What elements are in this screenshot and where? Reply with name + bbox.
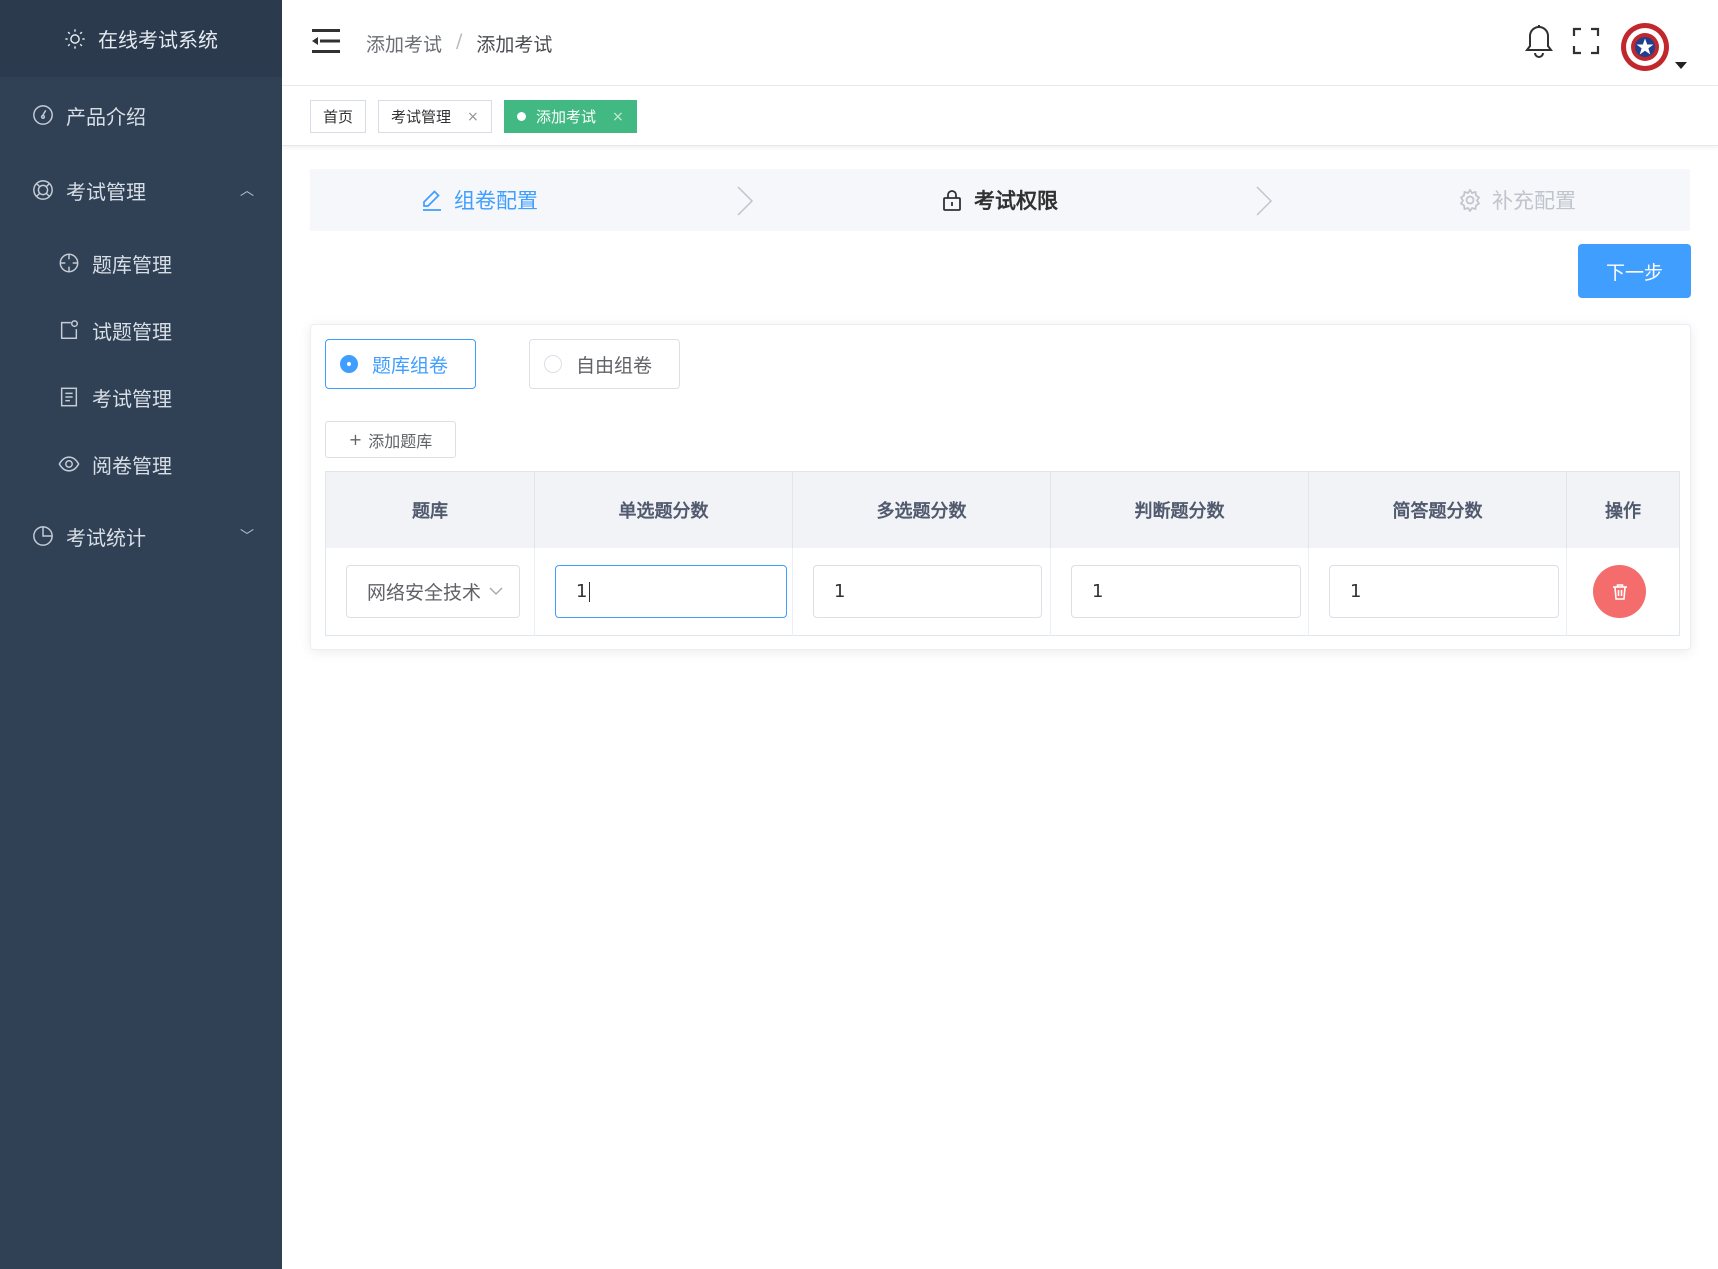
breadcrumb-separator: / [456,30,463,52]
tag-label: 首页 [323,108,354,126]
menu-toggle-icon[interactable] [312,28,340,54]
edit-box-icon [60,320,78,339]
sidebar-subitem-grading[interactable]: 阅卷管理 [0,445,282,483]
sidebar-subitem-question-bank[interactable]: 题库管理 [0,244,282,282]
bell-icon[interactable] [1524,24,1554,58]
sidebar-subitem-label: 试题管理 [92,319,172,344]
tags-view: 首页 考试管理 × 添加考试 × [282,86,1718,146]
radio-checked-icon [340,355,358,373]
pencil-icon [423,190,441,211]
breadcrumb-item[interactable]: 添加考试 [366,30,442,57]
table-row: 网络安全技术 1 1 1 1 [326,548,1679,636]
close-icon[interactable]: × [467,109,479,125]
next-step-button[interactable]: 下一步 [1578,244,1691,298]
steps-bar: 组卷配置 考试权限 补充配置 [310,169,1690,231]
chevron-down-icon [489,587,503,596]
eye-icon [58,456,80,472]
sidebar-item-product-intro[interactable]: 产品介绍 [0,96,282,134]
chevron-right-icon [737,186,754,216]
lifebuoy-icon [33,180,53,200]
multiple-score-input[interactable]: 1 [813,565,1042,618]
document-icon [60,387,78,407]
cell-multiple: 1 [793,548,1051,636]
sidebar-subitem-label: 考试管理 [92,386,172,411]
radio-label: 自由组卷 [576,354,653,377]
column-header-actions: 操作 [1605,501,1641,522]
sidebar-subitem-label: 题库管理 [92,252,172,277]
app-title: 在线考试系统 [98,28,218,52]
tag-add-exam[interactable]: 添加考试 × [504,100,637,133]
sidebar-item-label: 产品介绍 [66,104,146,129]
breadcrumb: 添加考试 / 添加考试 [366,30,552,57]
multiple-score-value: 1 [834,581,846,602]
bank-select-value: 网络安全技术 [367,582,482,604]
sidebar: 在线考试系统 产品介绍 考试管理 ︿ 题库管理 试题管理 考试管理 阅卷管理 考… [0,0,282,1269]
fullscreen-icon[interactable] [1572,27,1600,55]
judge-score-input[interactable]: 1 [1071,565,1301,618]
trash-icon [1612,583,1627,600]
gauge-icon [33,105,53,125]
tag-exam-management[interactable]: 考试管理 × [378,100,492,133]
bank-table: 题库 单选题分数 多选题分数 判断题分数 简答题分数 操作 网络安全技术 1 1… [325,471,1680,636]
avatar[interactable] [1620,22,1670,72]
step-exam-permission[interactable]: 考试权限 [940,169,1058,231]
sidebar-item-exam-management[interactable]: 考试管理 ︿ [0,171,282,209]
radio-label: 题库组卷 [372,354,449,377]
column-header-bank: 题库 [326,472,535,548]
column-header-judge: 判断题分数 [1051,472,1309,548]
column-header-multiple: 多选题分数 [793,472,1051,548]
step-label: 组卷配置 [454,189,538,213]
add-bank-button[interactable]: + 添加题库 [325,421,456,458]
sun-icon [65,28,85,49]
gear-icon [1459,188,1481,212]
delete-button[interactable] [1593,565,1646,618]
short-score-value: 1 [1350,581,1362,602]
target-icon [59,253,79,273]
sidebar-subitem-label: 阅卷管理 [92,453,172,478]
judge-score-value: 1 [1092,581,1104,602]
radio-bank-mode[interactable]: 题库组卷 [325,339,476,389]
plus-icon: + [348,430,363,449]
step-paper-config[interactable]: 组卷配置 [420,169,538,231]
radio-free-mode[interactable]: 自由组卷 [529,339,680,389]
sidebar-item-label: 考试管理 [66,179,146,204]
caret-down-icon[interactable] [1675,62,1687,69]
lock-icon [943,190,961,211]
single-score-input[interactable]: 1 [555,565,787,618]
chevron-down-icon: ﹀ [240,529,254,545]
cell-short: 1 [1309,548,1567,636]
breadcrumb-current: 添加考试 [476,34,553,56]
sidebar-subitem-exam-management[interactable]: 考试管理 [0,378,282,416]
chevron-right-icon [1256,186,1273,216]
single-score-value: 1 [576,581,588,602]
sidebar-item-label: 考试统计 [66,525,146,550]
step-label: 考试权限 [974,189,1058,213]
cell-judge: 1 [1051,548,1309,636]
sidebar-item-exam-statistics[interactable]: 考试统计 ﹀ [0,517,282,555]
text-cursor [589,581,591,602]
bank-select[interactable]: 网络安全技术 [346,565,520,618]
paper-config-card: 题库组卷 自由组卷 + 添加题库 题库 单选题分数 多选题分数 判断题分数 简答… [310,324,1691,650]
chevron-up-icon: ︿ [240,183,254,199]
short-score-input[interactable]: 1 [1329,565,1559,618]
column-header-short: 简答题分数 [1309,472,1567,548]
tag-home[interactable]: 首页 [310,100,367,133]
sidebar-subitem-question-management[interactable]: 试题管理 [0,311,282,349]
tag-label: 考试管理 [391,108,452,126]
add-bank-label: 添加题库 [368,431,433,451]
cell-bank: 网络安全技术 [326,548,535,636]
cell-actions [1567,548,1679,636]
table-header: 题库 单选题分数 多选题分数 判断题分数 简答题分数 操作 [326,472,1679,548]
app-brand[interactable]: 在线考试系统 [0,0,282,77]
pie-chart-icon [33,526,53,546]
column-header-single: 单选题分数 [535,472,793,548]
tag-label: 添加考试 [536,108,597,126]
active-dot-icon [517,112,526,121]
top-header: 添加考试 / 添加考试 [282,0,1718,86]
radio-unchecked-icon [544,355,562,373]
cell-single: 1 [535,548,793,636]
step-extra-config[interactable]: 补充配置 [1458,169,1576,231]
close-icon[interactable]: × [612,109,624,125]
step-label: 补充配置 [1492,189,1576,213]
